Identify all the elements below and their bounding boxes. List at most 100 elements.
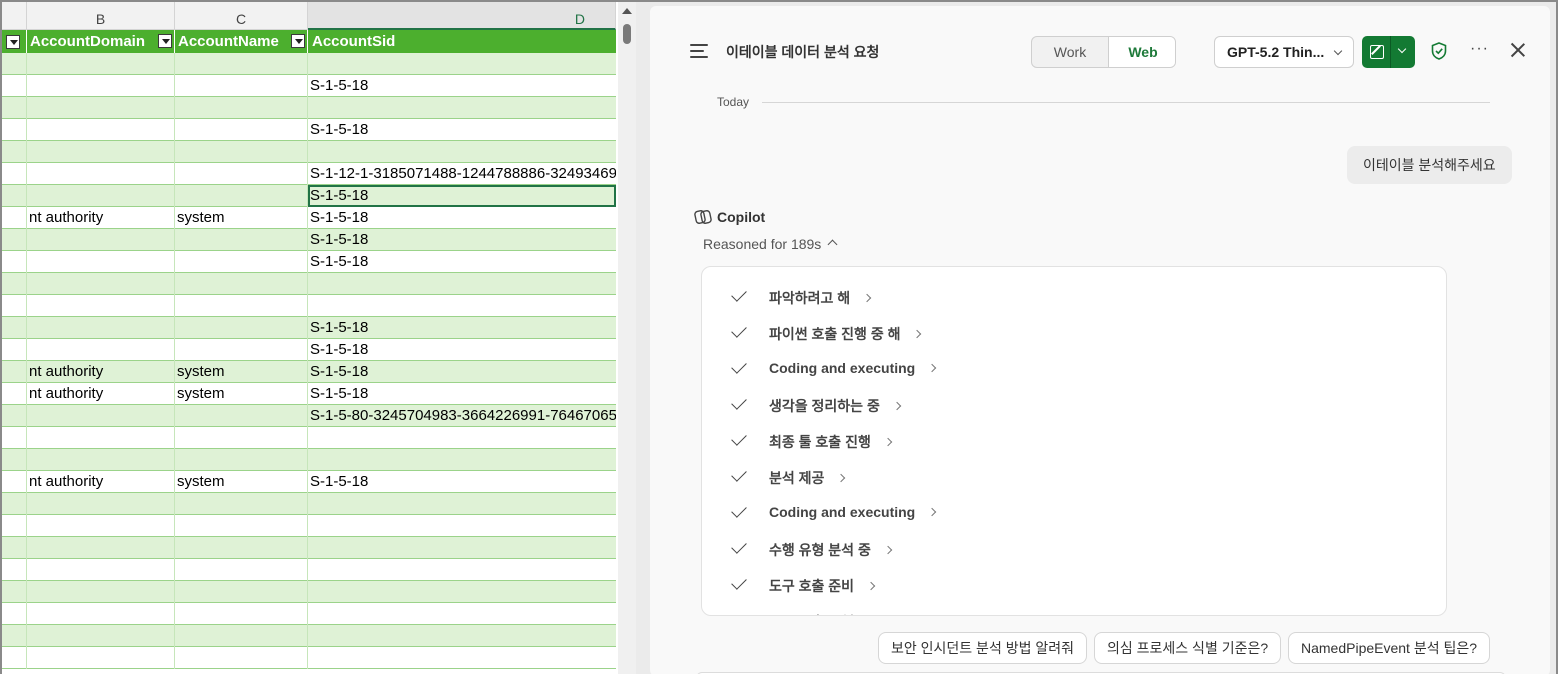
filter-dropdown-icon[interactable] (291, 34, 305, 48)
cell-account-name[interactable]: system (175, 207, 308, 229)
cell-account-domain[interactable] (27, 97, 175, 119)
cell-a[interactable] (2, 581, 27, 603)
suggestion-chip[interactable]: 보안 인시던트 분석 방법 알려줘 (878, 632, 1087, 664)
cell-account-sid[interactable] (308, 427, 616, 449)
vertical-scrollbar[interactable] (618, 2, 636, 674)
cell-a[interactable] (2, 647, 27, 669)
cell-account-sid[interactable]: S-1-5-18 (308, 361, 616, 383)
cell-a[interactable] (2, 141, 27, 163)
reasoning-step[interactable]: Coding and executing (702, 495, 1446, 531)
cell-account-sid[interactable] (308, 449, 616, 471)
cell-account-sid[interactable]: S-1-5-18 (308, 207, 616, 229)
cell-account-sid[interactable] (308, 53, 616, 75)
suggestion-chip[interactable]: NamedPipeEvent 분석 팁은? (1288, 632, 1491, 664)
cell-account-domain[interactable] (27, 141, 175, 163)
cell-a[interactable] (2, 317, 27, 339)
cell-account-name[interactable] (175, 141, 308, 163)
cell-a[interactable] (2, 537, 27, 559)
cell-account-sid[interactable]: S-1-5-80-3245704983-3664226991-764670653 (308, 405, 616, 427)
cell-account-name[interactable] (175, 75, 308, 97)
new-chat-button[interactable] (1362, 36, 1415, 68)
cell-a[interactable] (2, 449, 27, 471)
reasoning-step[interactable]: 생각을 정리하는 중 (702, 387, 1446, 423)
cell-account-sid[interactable] (308, 273, 616, 295)
cell-account-domain[interactable]: nt authority (27, 471, 175, 493)
cell-account-domain[interactable] (27, 339, 175, 361)
header-account-sid[interactable]: AccountSid (308, 30, 616, 53)
more-options-icon[interactable]: ··· (1470, 40, 1489, 58)
cell-account-name[interactable] (175, 449, 308, 471)
reasoning-step[interactable]: 분석 제공 (702, 459, 1446, 495)
header-account-domain[interactable]: AccountDomain (27, 30, 175, 53)
cell-account-domain[interactable] (27, 53, 175, 75)
cell-account-sid[interactable]: S-1-5-18 (308, 383, 616, 405)
cell-account-name[interactable] (175, 317, 308, 339)
cell-account-domain[interactable] (27, 119, 175, 141)
cell-account-sid[interactable] (308, 493, 616, 515)
suggestion-chip[interactable]: 의심 프로세스 식별 기준은? (1094, 632, 1282, 664)
cell-account-sid[interactable]: S-1-12-1-3185071488-1244788886-324934698… (308, 163, 616, 185)
cell-a[interactable] (2, 207, 27, 229)
cell-account-sid[interactable]: S-1-5-18 (308, 229, 616, 251)
mode-web-button[interactable]: Web (1108, 37, 1175, 67)
cell-a[interactable] (2, 295, 27, 317)
cell-account-domain[interactable] (27, 251, 175, 273)
reasoning-step[interactable]: 도구 호출 수행 (702, 603, 1446, 615)
menu-icon[interactable] (690, 44, 708, 58)
cell-account-domain[interactable] (27, 427, 175, 449)
cell-account-name[interactable] (175, 493, 308, 515)
cell-account-sid[interactable] (308, 515, 616, 537)
cell-account-domain[interactable] (27, 537, 175, 559)
cell-a[interactable] (2, 405, 27, 427)
cell-account-name[interactable] (175, 559, 308, 581)
cell-account-domain[interactable] (27, 273, 175, 295)
cell-account-sid[interactable]: S-1-5-18 (308, 339, 616, 361)
cell-account-domain[interactable]: nt authority (27, 383, 175, 405)
cell-account-domain[interactable] (27, 317, 175, 339)
cell-a[interactable] (2, 383, 27, 405)
cell-account-name[interactable] (175, 295, 308, 317)
column-header-b[interactable]: B (27, 2, 175, 30)
cell-account-sid[interactable] (308, 647, 616, 669)
cell-account-sid[interactable] (308, 559, 616, 581)
cell-account-sid[interactable] (308, 625, 616, 647)
cell-account-name[interactable] (175, 229, 308, 251)
cell-a[interactable] (2, 603, 27, 625)
cell-account-sid[interactable] (308, 581, 616, 603)
cell-a[interactable] (2, 229, 27, 251)
cell-account-domain[interactable] (27, 449, 175, 471)
cell-account-name[interactable] (175, 603, 308, 625)
cell-account-name[interactable] (175, 515, 308, 537)
scroll-up-icon[interactable] (622, 8, 632, 14)
cell-a[interactable] (2, 427, 27, 449)
cell-account-sid[interactable] (308, 295, 616, 317)
cell-account-sid[interactable] (308, 603, 616, 625)
cell-account-sid[interactable]: S-1-5-18 (308, 317, 616, 339)
close-icon[interactable] (1510, 42, 1526, 58)
cell-account-name[interactable] (175, 427, 308, 449)
cell-account-name[interactable] (175, 581, 308, 603)
cell-account-domain[interactable]: nt authority (27, 207, 175, 229)
cell-account-domain[interactable] (27, 515, 175, 537)
filter-dropdown-icon[interactable] (6, 35, 20, 50)
reasoning-step[interactable]: 도구 호출 준비 (702, 567, 1446, 603)
cell-a[interactable] (2, 361, 27, 383)
column-header-d[interactable]: D (308, 2, 616, 30)
cell-account-name[interactable] (175, 163, 308, 185)
reasoning-step[interactable]: 파악하려고 해 (702, 279, 1446, 315)
cell-account-sid[interactable]: S-1-5-18 (308, 119, 616, 141)
cell-a[interactable] (2, 515, 27, 537)
filter-dropdown-icon[interactable] (158, 34, 172, 48)
reasoning-step[interactable]: Coding and executing (702, 351, 1446, 387)
cell-account-name[interactable] (175, 251, 308, 273)
cell-account-sid[interactable]: S-1-5-18 (308, 185, 616, 207)
cell-a[interactable] (2, 185, 27, 207)
cell-account-sid[interactable]: S-1-5-18 (308, 75, 616, 97)
cell-account-name[interactable] (175, 97, 308, 119)
cell-a[interactable] (2, 97, 27, 119)
cell-account-name[interactable] (175, 185, 308, 207)
shield-check-icon[interactable] (1431, 42, 1447, 60)
cell-account-sid[interactable] (308, 537, 616, 559)
scroll-thumb[interactable] (623, 24, 631, 44)
cell-account-domain[interactable] (27, 229, 175, 251)
